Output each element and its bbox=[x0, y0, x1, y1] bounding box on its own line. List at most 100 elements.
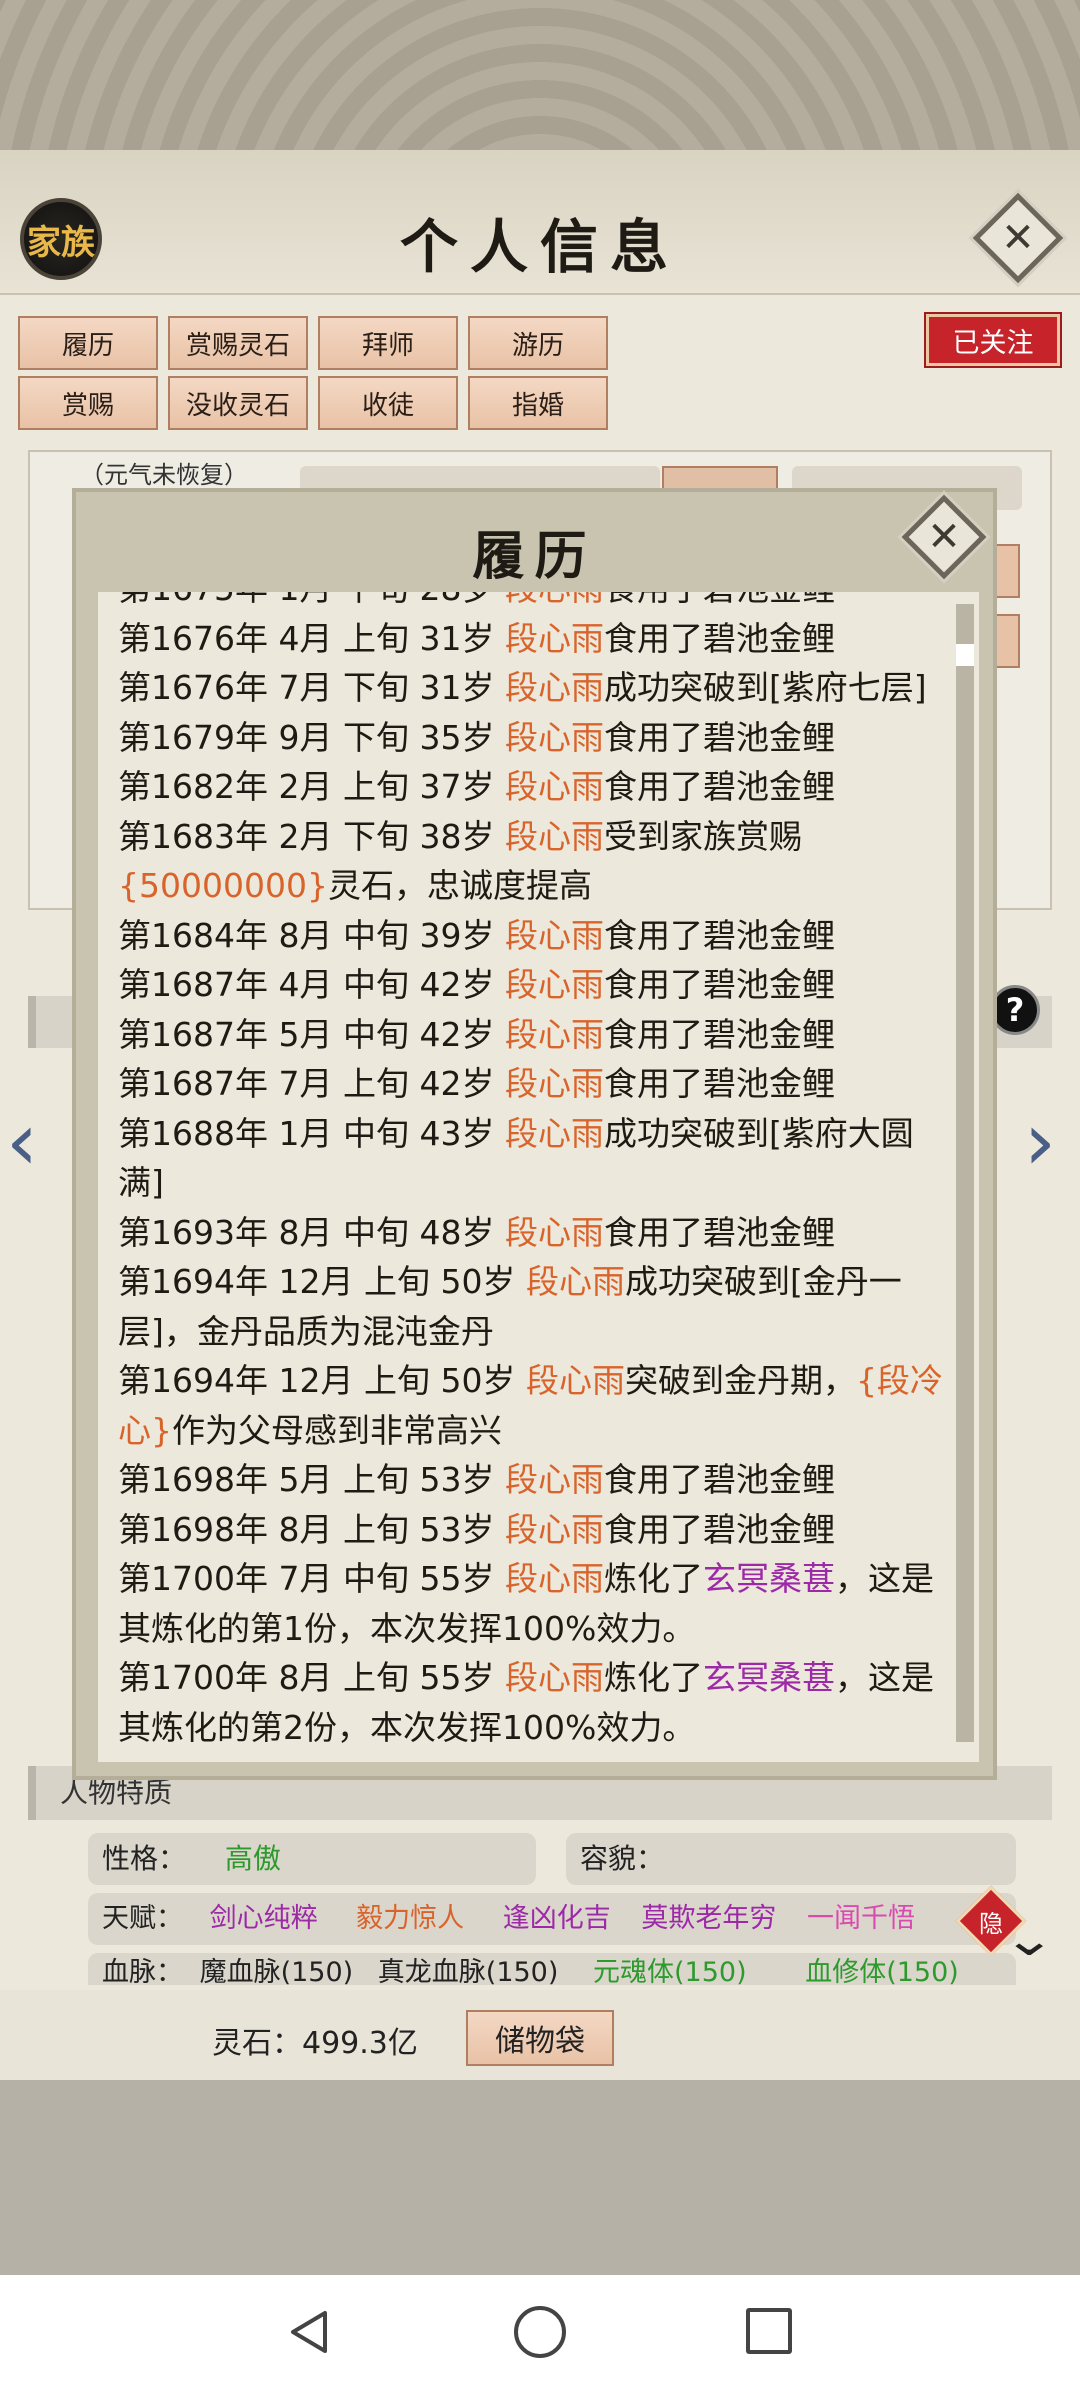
history-modal: 履历 第1675年 1月 下旬 28岁 段心雨食用了碧池金鲤第1676年 4月 … bbox=[72, 488, 997, 1780]
entry-highlight: {50000000} bbox=[118, 866, 328, 905]
entry-text: 食用了碧池金鲤 bbox=[603, 1460, 835, 1499]
history-entry: 第1698年 8月 上旬 53岁 段心雨食用了碧池金鲤 bbox=[118, 1505, 958, 1555]
entry-date: 第1676年 4月 上旬 31岁 bbox=[118, 618, 505, 658]
recents-icon[interactable] bbox=[746, 2308, 792, 2354]
arrange-marriage-button[interactable]: 指婚 bbox=[468, 376, 608, 430]
top-decoration bbox=[0, 0, 1080, 150]
entry-date: 第1688年 1月 中旬 43岁 bbox=[118, 1113, 505, 1153]
entry-item: 玄冥桑葚 bbox=[702, 1559, 835, 1598]
entry-name: 段心雨 bbox=[504, 915, 604, 955]
history-entry: 第1684年 8月 中旬 39岁 段心雨食用了碧池金鲤 bbox=[118, 911, 958, 961]
entry-text: 食用了碧池金鲤 bbox=[603, 1064, 835, 1103]
entry-name: 段心雨 bbox=[504, 1658, 604, 1697]
entry-item: 玄冥桑葚 bbox=[702, 1658, 835, 1697]
bloodline-label: 血脉： bbox=[102, 1957, 183, 1985]
talent-item[interactable]: 剑心纯粹 bbox=[210, 1903, 318, 1934]
back-icon[interactable] bbox=[285, 2307, 335, 2357]
entry-date: 第1687年 7月 上旬 42岁 bbox=[118, 1064, 505, 1103]
talent-row: 天赋： 剑心纯粹 毅力惊人 逢凶化吉 莫欺老年穷 一闻千悟 bbox=[88, 1893, 1016, 1945]
entry-name: 段心雨 bbox=[504, 767, 604, 806]
entry-text: 炼化了 bbox=[603, 1559, 703, 1598]
close-icon: ✕ bbox=[1001, 215, 1035, 261]
appearance-row: 容貌： bbox=[566, 1833, 1016, 1885]
vital-status: （元气未恢复） bbox=[80, 461, 248, 489]
entry-date: 第1700年 8月 上旬 55岁 bbox=[118, 1658, 505, 1697]
scrollbar-thumb[interactable] bbox=[956, 644, 974, 666]
entry-text: 食用了碧池金鲤 bbox=[604, 592, 835, 608]
bloodline-row: 血脉： 魔血脉(150) 真龙血脉(150) 元魂体(150) 血修体(150) bbox=[88, 1953, 1016, 1985]
apprentice-to-button[interactable]: 拜师 bbox=[318, 316, 458, 370]
history-entry: 第1694年 12月 上旬 50岁 段心雨成功突破到[金丹一层]，金丹品质为混沌… bbox=[118, 1257, 958, 1356]
entry-text: 食用了碧池金鲤 bbox=[603, 1212, 835, 1252]
history-entry: 第1687年 4月 中旬 42岁 段心雨食用了碧池金鲤 bbox=[118, 960, 958, 1010]
entry-date: 第1684年 8月 中旬 39岁 bbox=[118, 915, 505, 955]
entry-text: 食用了碧池金鲤 bbox=[603, 1509, 835, 1549]
reward-stones-button[interactable]: 赏赐灵石 bbox=[168, 316, 308, 370]
modal-title: 履历 bbox=[472, 526, 597, 587]
history-entry: 第1687年 7月 上旬 42岁 段心雨食用了碧池金鲤 bbox=[118, 1059, 958, 1109]
entry-text: 食用了碧池金鲤 bbox=[603, 767, 835, 806]
entry-text: 食用了碧池金鲤 bbox=[603, 965, 835, 1004]
bloodline-item: 血修体(150) bbox=[805, 1957, 959, 1985]
scrollbar-track[interactable] bbox=[956, 604, 974, 1742]
home-icon[interactable] bbox=[514, 2306, 566, 2358]
entry-name: 段心雨 bbox=[504, 1509, 604, 1549]
entry-date: 第1694年 12月 上旬 50岁 bbox=[118, 1262, 526, 1301]
follow-button[interactable]: 已关注 bbox=[924, 312, 1062, 368]
entry-text: 突破到金丹期， bbox=[624, 1361, 856, 1400]
history-entry: 第1676年 4月 上旬 31岁 段心雨食用了碧池金鲤 bbox=[118, 614, 958, 664]
storage-bag-button[interactable]: 储物袋 bbox=[466, 2010, 614, 2066]
entry-name: 段心雨 bbox=[504, 668, 604, 707]
entry-text: 食用了碧池金鲤 bbox=[603, 618, 835, 658]
entry-text: 受到家族赏赐 bbox=[603, 816, 802, 856]
entry-text: 灵石，忠诚度提高 bbox=[327, 866, 592, 905]
talent-item[interactable]: 莫欺老年穷 bbox=[641, 1903, 776, 1934]
entry-name: 段心雨 bbox=[504, 1212, 604, 1252]
history-entry: 第1693年 8月 中旬 48岁 段心雨食用了碧池金鲤 bbox=[118, 1208, 958, 1258]
entry-date: 第1682年 2月 上旬 37岁 bbox=[118, 767, 505, 806]
entry-text: 成功突破到[紫府七层] bbox=[603, 668, 927, 707]
entry-name: 段心雨 bbox=[504, 965, 604, 1004]
history-entry: 第1679年 9月 下旬 35岁 段心雨食用了碧池金鲤 bbox=[118, 713, 958, 763]
history-entry: 第1698年 5月 上旬 53岁 段心雨食用了碧池金鲤 bbox=[118, 1455, 958, 1505]
prev-character-icon[interactable]: ‹ bbox=[6, 1095, 38, 1188]
entry-text: 作为父母感到非常高兴 bbox=[172, 1410, 502, 1450]
entry-date: 第1676年 7月 下旬 31岁 bbox=[118, 668, 505, 707]
history-list: 第1675年 1月 下旬 28岁 段心雨食用了碧池金鲤第1676年 4月 上旬 … bbox=[118, 592, 958, 1752]
take-disciple-button[interactable]: 收徒 bbox=[318, 376, 458, 430]
bloodline-item: 魔血脉(150) bbox=[199, 1957, 354, 1985]
help-icon[interactable]: ? bbox=[990, 985, 1040, 1035]
talent-item[interactable]: 逢凶化吉 bbox=[503, 1903, 611, 1934]
talent-item[interactable]: 毅力惊人 bbox=[356, 1903, 464, 1934]
spirit-stone-count: 灵石：499.3亿 bbox=[212, 2026, 418, 2061]
entry-name: 段心雨 bbox=[525, 1262, 625, 1301]
entry-name: 段心雨 bbox=[504, 618, 604, 658]
history-entry: 第1694年 12月 上旬 50岁 段心雨突破到金丹期，{段冷心}作为父母感到非… bbox=[118, 1356, 958, 1455]
entry-name: 段心雨 bbox=[504, 1460, 604, 1499]
bloodline-item: 真龙血脉(150) bbox=[377, 1957, 559, 1985]
entry-text: 食用了碧池金鲤 bbox=[603, 717, 835, 757]
entry-date: 第1698年 8月 上旬 53岁 bbox=[118, 1509, 505, 1549]
history-entry: 第1687年 5月 中旬 42岁 段心雨食用了碧池金鲤 bbox=[118, 1010, 958, 1060]
next-character-icon[interactable]: › bbox=[1024, 1095, 1056, 1188]
history-button[interactable]: 履历 bbox=[18, 316, 158, 370]
travel-button[interactable]: 游历 bbox=[468, 316, 608, 370]
lower-backdrop bbox=[0, 2080, 1080, 2275]
personality-value: 高傲 bbox=[224, 1842, 281, 1875]
history-entry: 第1676年 7月 下旬 31岁 段心雨成功突破到[紫府七层] bbox=[118, 663, 958, 713]
entry-text: 食用了碧池金鲤 bbox=[603, 1014, 835, 1054]
entry-date: 第1679年 9月 下旬 35岁 bbox=[118, 717, 505, 757]
entry-date: 第1700年 7月 中旬 55岁 bbox=[118, 1559, 505, 1598]
history-entry: 第1700年 7月 中旬 55岁 段心雨炼化了玄冥桑葚，这是其炼化的第1份，本次… bbox=[118, 1554, 958, 1653]
entry-text: 炼化了 bbox=[603, 1658, 703, 1697]
entry-date: 第1687年 5月 中旬 42岁 bbox=[118, 1014, 505, 1054]
entry-date: 第1698年 5月 上旬 53岁 bbox=[118, 1460, 505, 1499]
entry-date: 第1693年 8月 中旬 48岁 bbox=[118, 1212, 505, 1252]
talent-label: 天赋： bbox=[102, 1903, 183, 1934]
reward-button[interactable]: 赏赐 bbox=[18, 376, 158, 430]
talent-item[interactable]: 一闻千悟 bbox=[807, 1903, 915, 1934]
confiscate-stones-button[interactable]: 没收灵石 bbox=[168, 376, 308, 430]
entry-name: 段心雨 bbox=[505, 592, 604, 608]
entry-name: 段心雨 bbox=[504, 1014, 604, 1054]
history-log[interactable]: 第1675年 1月 下旬 28岁 段心雨食用了碧池金鲤第1676年 4月 上旬 … bbox=[98, 592, 979, 1762]
